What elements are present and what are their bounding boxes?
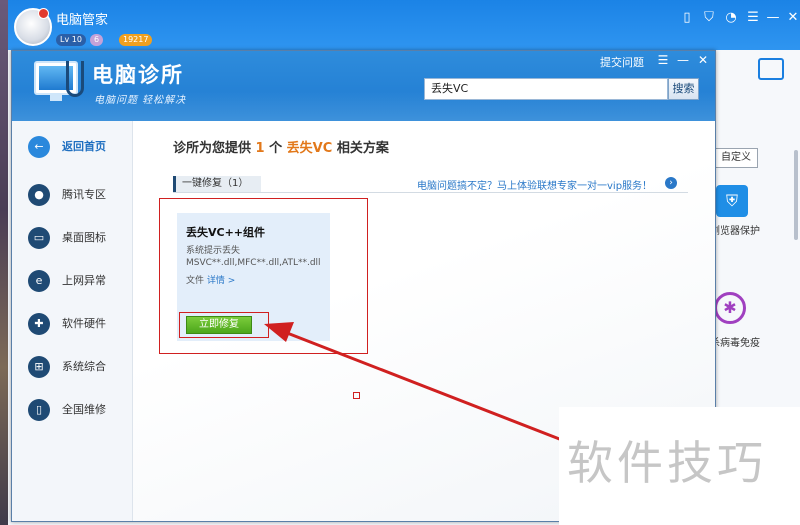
arrow-shaft [281, 329, 563, 442]
arrow-head [264, 322, 294, 342]
watermark-text: 软件技巧 [567, 436, 767, 490]
